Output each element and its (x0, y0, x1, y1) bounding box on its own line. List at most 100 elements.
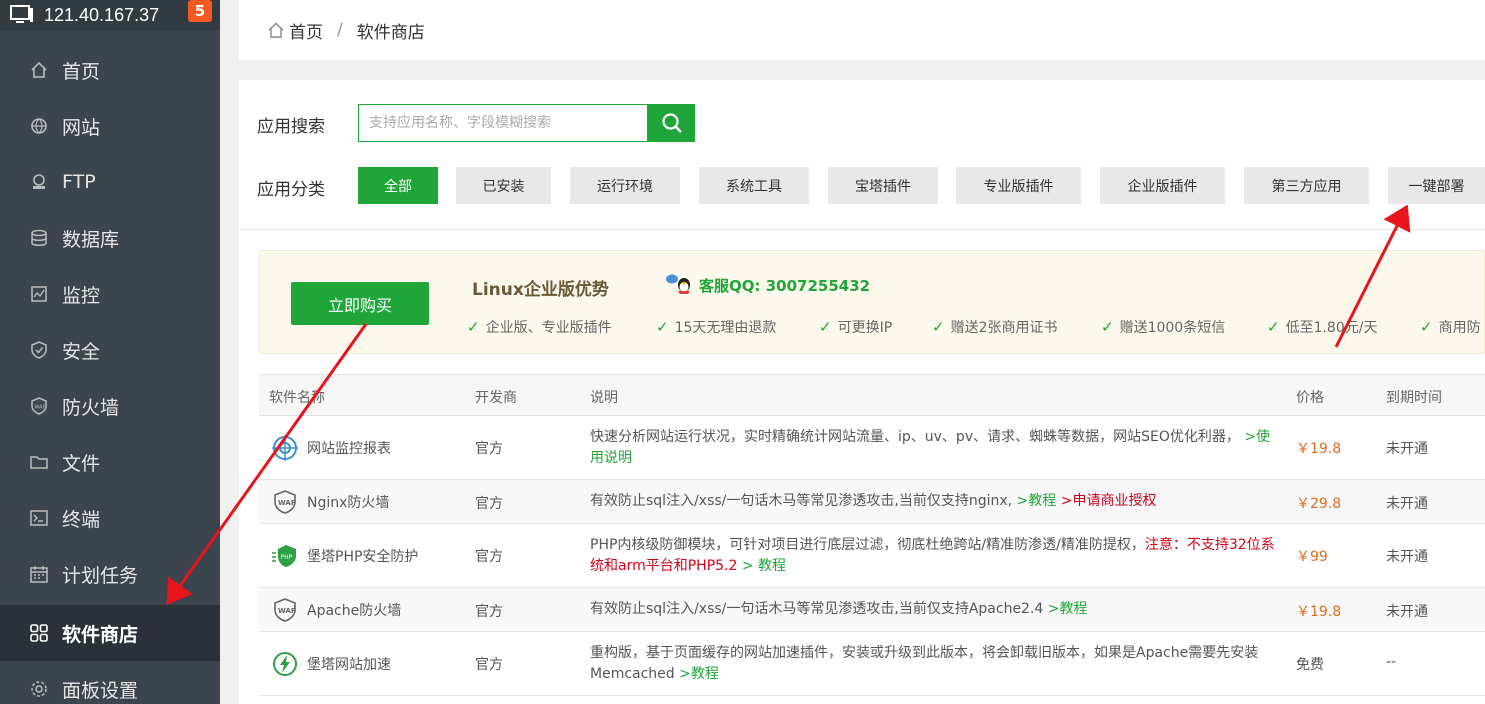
description: PHP内核级防御模块，可针对项目进行底层过滤，彻底杜绝跨站/精准防渗透/精准防提… (590, 535, 1280, 577)
search-input[interactable]: 支持应用名称、字段模糊搜索 (358, 104, 648, 142)
category-one-click-deploy[interactable]: 一键部署 (1388, 167, 1485, 204)
breadcrumb-home[interactable]: 首页 (289, 18, 323, 43)
developer: 官方 (475, 604, 503, 620)
check-icon: ✓ (819, 318, 832, 336)
sidebar-item-label: 数据库 (62, 228, 120, 251)
software-name[interactable]: WAF Nginx防火墙 (271, 488, 389, 516)
database-icon (30, 229, 48, 247)
developer: 官方 (475, 549, 503, 565)
php-shield-icon: PHP (271, 542, 299, 570)
qq-contact[interactable]: 客服QQ: 3007255432 (665, 273, 870, 297)
promo-feature: ✓ 低至1.80元/天 (1267, 317, 1377, 337)
promo-feature-text: 赠送2张商用证书 (950, 320, 1058, 336)
promo-feature: ✓ 企业版、专业版插件 (467, 317, 612, 337)
store-panel: 应用搜索 支持应用名称、字段模糊搜索 应用分类 全部 已安装 运行环境 系统工具… (239, 80, 1485, 704)
search-icon (661, 113, 682, 133)
globe-icon (30, 117, 48, 135)
sidebar-item-terminal[interactable]: 终端 (0, 490, 220, 546)
description-text: 快速分析网站运行状况，实时精确统计网站流量、ip、uv、pv、请求、蜘蛛等数据，… (590, 429, 1240, 445)
divider (239, 229, 1485, 230)
sidebar-item-home[interactable]: 首页 (0, 42, 220, 98)
column-header-name: 软件名称 (269, 390, 325, 406)
promo-feature: ✓ 赠送2张商用证书 (932, 317, 1058, 337)
tutorial-link[interactable]: >教程 (1017, 493, 1057, 509)
sidebar-item-label: 网站 (62, 116, 101, 139)
qq-icon (666, 274, 690, 294)
description: 有效防止sql注入/xss/一句话木马等常见渗透攻击,当前仅支持Apache2.… (590, 599, 1280, 620)
sidebar-item-label: 首页 (62, 60, 101, 83)
check-icon: ✓ (1267, 318, 1280, 336)
table-header: 软件名称 开发商 说明 价格 到期时间 (259, 374, 1485, 416)
sidebar-item-label: 防火墙 (62, 396, 120, 419)
buy-now-button[interactable]: 立即购买 (291, 282, 429, 325)
home-icon[interactable] (267, 22, 285, 38)
price: ￥19.8 (1296, 441, 1342, 457)
search-button[interactable] (648, 104, 695, 142)
category-enterprise-plugins[interactable]: 企业版插件 (1100, 167, 1225, 204)
column-header-developer: 开发商 (475, 390, 517, 406)
sidebar-item-files[interactable]: 文件 (0, 434, 220, 490)
software-name[interactable]: PHP 堡塔PHP安全防护 (271, 542, 418, 570)
notification-badge[interactable]: 5 (188, 0, 212, 22)
column-header-description: 说明 (590, 390, 618, 406)
promo-feature: ✓ 商用防 (1420, 317, 1481, 337)
category-all[interactable]: 全部 (358, 167, 438, 204)
table-row[interactable]: WAF Apache防火墙 官方 有效防止sql注入/xss/一句话木马等常见渗… (259, 588, 1485, 632)
sidebar-item-ftp[interactable]: FTP (0, 154, 220, 210)
software-name-text: Apache防火墙 (307, 603, 402, 619)
description: 重构版，基于页面缓存的网站加速插件，安装或升级到此版本，将会卸载旧版本，如果是A… (590, 643, 1280, 685)
sidebar-item-firewall[interactable]: WAF 防火墙 (0, 378, 220, 434)
promo-feature-text: 企业版、专业版插件 (485, 320, 612, 336)
svg-text:PHP: PHP (281, 554, 293, 561)
tutorial-link[interactable]: >教程 (1048, 601, 1088, 617)
sidebar-item-software-store[interactable]: 软件商店 (0, 605, 220, 661)
check-icon: ✓ (1101, 318, 1114, 336)
monitor-icon (30, 285, 48, 303)
table-row[interactable]: 网站监控报表 官方 快速分析网站运行状况，实时精确统计网站流量、ip、uv、pv… (259, 416, 1485, 480)
category-system-tools[interactable]: 系统工具 (699, 167, 809, 204)
table-row[interactable]: WAF Nginx防火墙 官方 有效防止sql注入/xss/一句话木马等常见渗透… (259, 480, 1485, 524)
calendar-icon (30, 565, 48, 583)
promo-feature: ✓ 15天无理由退款 (656, 317, 776, 337)
software-name[interactable]: 堡塔网站加速 (271, 650, 391, 678)
sidebar-item-label: 安全 (62, 340, 101, 363)
software-name[interactable]: 网站监控报表 (271, 434, 391, 462)
promo-feature: ✓ 赠送1000条短信 (1101, 317, 1225, 337)
sidebar-item-website[interactable]: 网站 (0, 98, 220, 154)
sidebar-item-security[interactable]: 安全 (0, 322, 220, 378)
table-row[interactable]: 堡塔网站加速 官方 重构版，基于页面缓存的网站加速插件，安装或升级到此版本，将会… (259, 632, 1485, 696)
description: 有效防止sql注入/xss/一句话木马等常见渗透攻击,当前仅支持nginx, >… (590, 491, 1280, 512)
category-third-party[interactable]: 第三方应用 (1244, 167, 1369, 204)
commercial-license-link[interactable]: >申请商业授权 (1061, 493, 1157, 509)
search-label: 应用搜索 (257, 117, 325, 137)
expiry: 未开通 (1386, 604, 1428, 620)
gear-icon (30, 680, 48, 698)
description: 快速分析网站运行状况，实时精确统计网站流量、ip、uv、pv、请求、蜘蛛等数据，… (590, 427, 1280, 469)
tutorial-link[interactable]: > 教程 (742, 558, 786, 574)
expiry: 未开通 (1386, 549, 1428, 565)
firewall-icon: WAF (30, 397, 48, 415)
price: 免费 (1296, 657, 1324, 673)
breadcrumb-current: 软件商店 (356, 22, 425, 43)
tutorial-link[interactable]: >教程 (679, 666, 719, 682)
sidebar-item-label: 软件商店 (62, 623, 139, 646)
description-text: PHP内核级防御模块，可针对项目进行底层过滤，彻底杜绝跨站/精准防渗透/精准防提… (590, 537, 1145, 553)
software-name-text: Nginx防火墙 (307, 495, 390, 511)
category-bt-plugins[interactable]: 宝塔插件 (828, 167, 938, 204)
shield-icon (30, 341, 48, 359)
web-monitor-icon (271, 434, 299, 462)
software-name[interactable]: WAF Apache防火墙 (271, 596, 401, 624)
category-runtime[interactable]: 运行环境 (570, 167, 680, 204)
svg-text:WAF: WAF (35, 405, 46, 411)
sidebar-item-monitor[interactable]: 监控 (0, 266, 220, 322)
main-area: 首页 / 软件商店 应用搜索 支持应用名称、字段模糊搜索 应用分类 全部 已安装… (220, 0, 1485, 704)
speed-icon (271, 650, 299, 678)
table-row[interactable]: PHP 堡塔PHP安全防护 官方 PHP内核级防御模块，可针对项目进行底层过滤，… (259, 524, 1485, 588)
qq-label: 客服QQ: 3007255432 (699, 276, 871, 295)
category-installed[interactable]: 已安装 (456, 167, 551, 204)
promo-feature-text: 商用防 (1438, 320, 1481, 336)
sidebar-item-settings[interactable]: 面板设置 (0, 661, 220, 704)
sidebar-item-database[interactable]: 数据库 (0, 210, 220, 266)
category-pro-plugins[interactable]: 专业版插件 (956, 167, 1081, 204)
sidebar-item-cron[interactable]: 计划任务 (0, 546, 220, 602)
